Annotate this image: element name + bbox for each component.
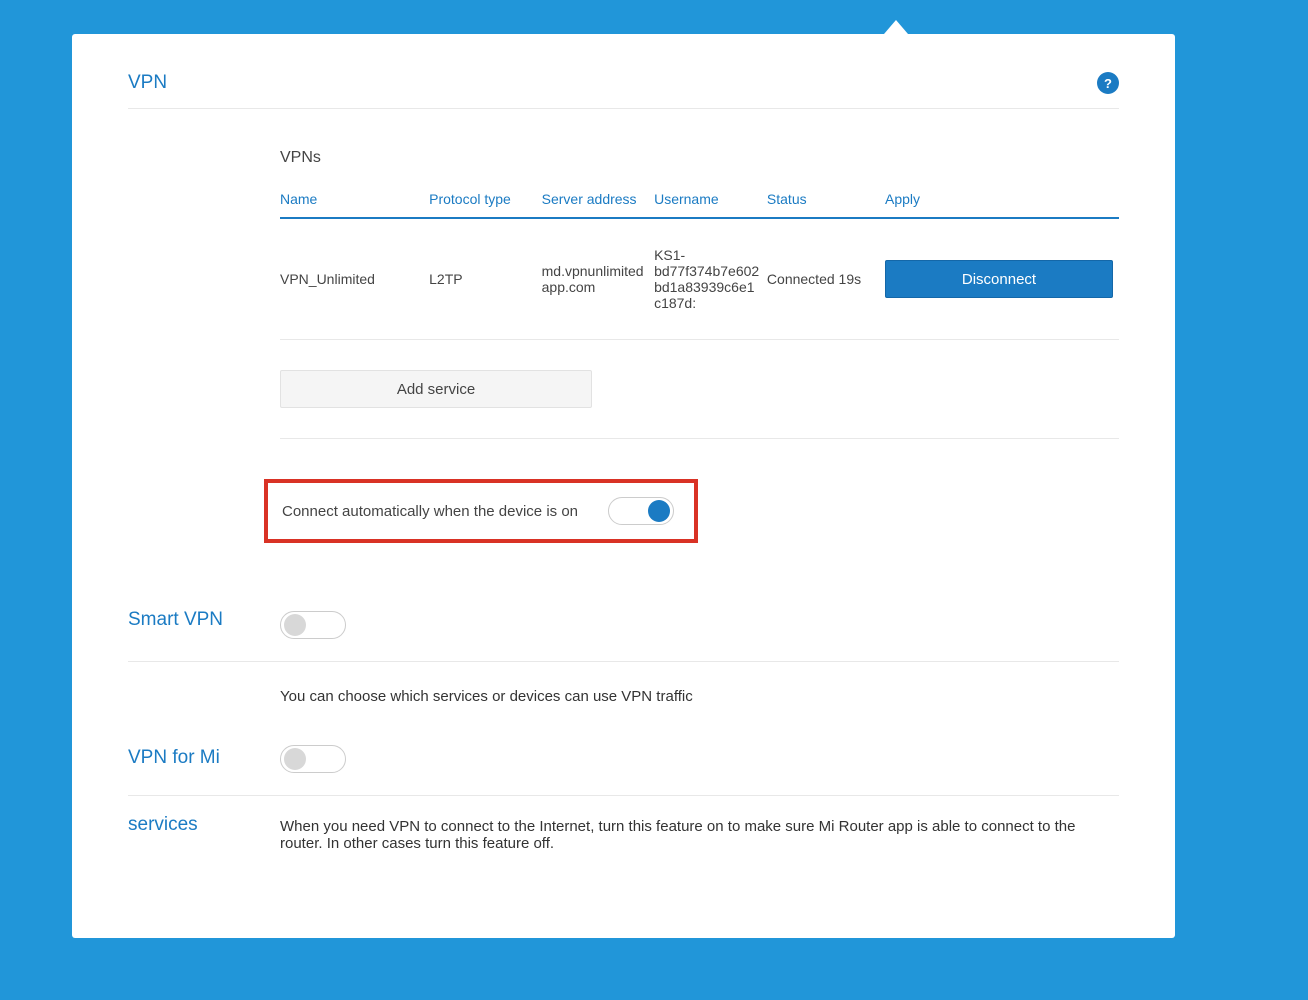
mi-services-desc: When you need VPN to connect to the Inte… [280,818,1119,852]
toggle-knob-icon [648,500,670,522]
vpn-server: md.vpnunlimitedapp.com [542,218,654,340]
mi-services-title-line2: services [128,814,280,836]
toggle-knob-icon [284,748,306,770]
mi-services-toggle[interactable] [280,745,346,773]
col-header-username: Username [654,185,767,218]
disconnect-button[interactable]: Disconnect [885,260,1113,298]
col-header-name: Name [280,185,429,218]
smart-vpn-title: Smart VPN [128,605,280,631]
vpn-protocol: L2TP [429,218,542,340]
col-header-apply: Apply [885,185,1119,218]
vpn-table-header-row: Name Protocol type Server address Userna… [280,185,1119,218]
vpn-username: KS1-bd77f374b7e602bd1a83939c6e1c187d: [654,218,767,340]
mi-services-title-line1: VPN for Mi [128,745,280,772]
smart-vpn-desc: You can choose which services or devices… [280,688,1119,705]
mi-services-section: VPN for Mi services When you need VPN to… [128,745,1119,852]
vpn-table: Name Protocol type Server address Userna… [280,185,1119,340]
vpn-table-row: VPN_Unlimited L2TP md.vpnunlimitedapp.co… [280,218,1119,340]
vpn-section-header: VPN ? [128,34,1119,109]
col-header-server: Server address [542,185,654,218]
vpn-list-area: VPNs Name Protocol type Server address U… [280,149,1119,543]
auto-connect-label: Connect automatically when the device is… [282,503,578,520]
add-service-button[interactable]: Add service [280,370,592,408]
smart-vpn-section: Smart VPN [128,583,1119,662]
vpn-action-cell: Disconnect [885,218,1119,340]
page-title: VPN [128,72,167,94]
active-tab-pointer [884,20,908,34]
col-header-protocol: Protocol type [429,185,542,218]
auto-connect-highlight: Connect automatically when the device is… [264,479,698,543]
col-header-status: Status [767,185,885,218]
vpn-status: Connected 19s [767,218,885,340]
vpn-settings-panel: VPN ? VPNs Name Protocol type Server add… [72,34,1175,938]
add-service-row: Add service [280,340,1119,439]
vpns-subtitle: VPNs [280,149,1119,167]
vpn-name: VPN_Unlimited [280,218,429,340]
smart-vpn-toggle[interactable] [280,611,346,639]
auto-connect-toggle[interactable] [608,497,674,525]
toggle-knob-icon [284,614,306,636]
help-icon-label: ? [1104,76,1112,91]
help-icon[interactable]: ? [1097,72,1119,94]
